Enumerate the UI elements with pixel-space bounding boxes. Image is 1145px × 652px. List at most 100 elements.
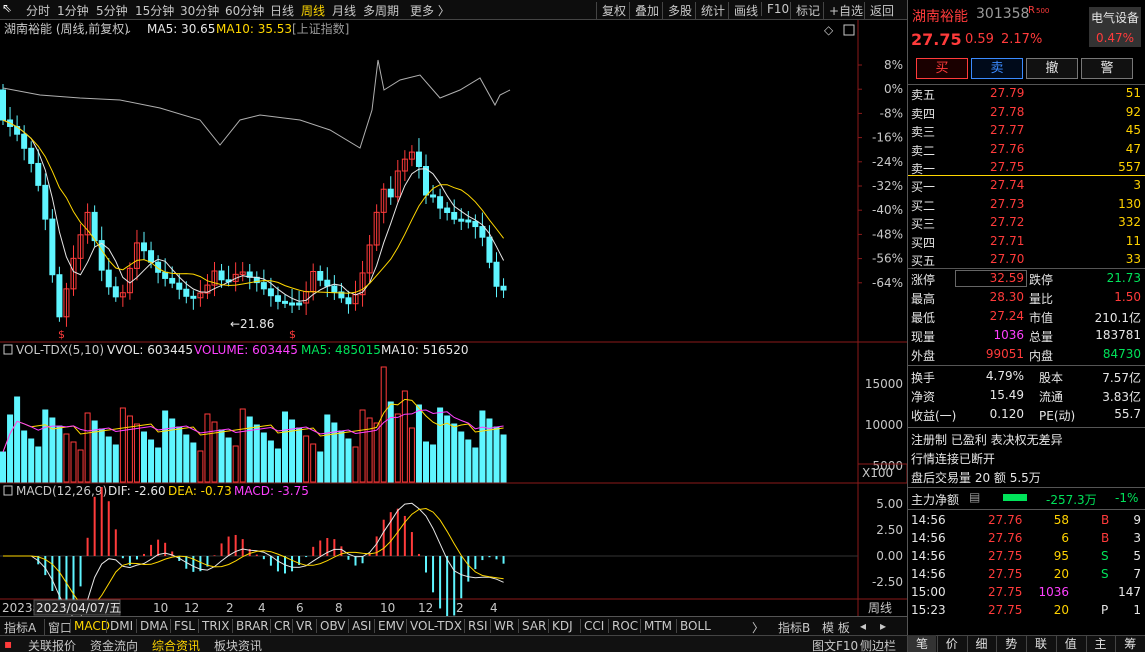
sidebar-toggle[interactable]: 侧边栏 [860,637,896,652]
price-axis-tick: -16% [872,131,903,145]
scroll-right-arrow[interactable]: ▸ [880,619,886,633]
indicator-tab-asi[interactable]: ASI [348,619,371,633]
indicator-tab-fsl[interactable]: FSL [170,619,195,633]
indicator-a-button[interactable]: 指标A [4,619,36,636]
indicator-b-button[interactable]: 指标B [778,619,810,636]
period-tab-8[interactable]: 月线 [332,2,356,19]
alert-button[interactable]: 警 [1081,58,1133,79]
status-link-3[interactable]: 板块资讯 [214,637,262,652]
status-link-2[interactable]: 综合资讯 [152,637,200,652]
volume-bar [162,410,169,483]
stat-value: 99051 [985,347,1024,361]
indicator-tab-cr[interactable]: CR [270,619,291,633]
kline-chart[interactable]: 湖南裕能 (周线,前复权)⌄ MA5: 30.65 MA10: 35.53 [上证指数… [0,20,907,616]
f10-button[interactable]: 图文F10 [812,637,858,652]
tool-button-3[interactable]: 统计 [695,2,725,19]
trade-count: 5 [1133,549,1141,563]
indicator-tab-mtm[interactable]: MTM [640,619,672,633]
indicator-tab-wr[interactable]: WR [490,619,514,633]
low-price-marker: ←21.86 [230,317,274,331]
scroll-left-arrow[interactable]: ◂ [860,619,866,633]
right-tab-1[interactable]: 价 [936,635,966,652]
right-tab-4[interactable]: 联 [1026,635,1055,652]
volume-bar [437,407,444,483]
right-tab-7[interactable]: 筹 [1115,635,1144,652]
volume-bar [338,430,345,483]
book-label: 卖二 [911,143,936,158]
macd-axis-tick: 5.00 [876,497,903,511]
candle-body [486,236,493,263]
indicator-tab-roc[interactable]: ROC [608,619,638,633]
indicator-tab-窗口[interactable]: 窗口 [44,619,72,636]
right-tab-5[interactable]: 值 [1055,635,1085,652]
right-tab-0[interactable]: 笔 [907,635,936,652]
status-link-0[interactable]: 关联报价 [28,637,76,652]
list-icon[interactable]: ▤ [969,490,980,504]
candle-body [500,285,507,291]
tool-button-5[interactable]: F10 [761,2,789,16]
candle-body [141,242,147,252]
indicator-tab-rsi[interactable]: RSI [464,619,488,633]
chart-menu-arrow[interactable]: ⌄ [124,25,132,36]
tool-button-7[interactable]: +自选 [823,2,863,19]
tool-button-0[interactable]: 复权 [596,2,626,19]
cursor-icon[interactable]: ⇖ [2,1,12,15]
indicator-tab-obv[interactable]: OBV [316,619,346,633]
indicator-tab-cci[interactable]: CCI [580,619,604,633]
indicator-tab-emv[interactable]: EMV [374,619,404,633]
status-link-1[interactable]: 资金流向 [90,637,138,652]
period-tab-6[interactable]: 日线 [270,2,294,19]
period-tab-3[interactable]: 15分钟 [135,2,174,19]
tool-button-1[interactable]: 叠加 [629,2,659,19]
indicator-tab-vol-tdx[interactable]: VOL-TDX [406,619,462,633]
diamond-icon[interactable]: ◇ [824,23,834,37]
indicator-tab-boll[interactable]: BOLL [676,619,711,633]
stat-label: 内盘 [1029,349,1054,363]
buy-button[interactable]: 买 [916,58,968,79]
template-button[interactable]: 模 板 [822,619,850,636]
period-tab-7[interactable]: 周线 [301,2,325,19]
period-tab-9[interactable]: 多周期 [363,2,399,19]
tool-button-8[interactable]: 返回 [864,2,894,19]
tool-button-4[interactable]: 画线 [728,2,758,19]
indicator-tab-sar[interactable]: SAR [518,619,546,633]
period-tab-2[interactable]: 5分钟 [96,2,128,19]
tool-button-6[interactable]: 标记 [790,2,820,19]
indicator-tab-dmi[interactable]: DMI [106,619,133,633]
stat-label: PE(动) [1039,409,1076,423]
more-indicators-arrow[interactable]: 〉 [752,619,764,636]
candle-body [162,271,169,279]
sector-box[interactable]: 电气设备 0.47% [1089,7,1141,47]
stock-code: 301358 [976,6,1030,22]
price-axis-tick: 0% [884,82,903,96]
indicator-tab-vr[interactable]: VR [292,619,313,633]
indicator-tab-macd[interactable]: MACD [70,619,110,633]
period-toolbar: ⇖ 分时 1分钟 5分钟 15分钟 30分钟 60分钟 日线 周线 月线 多周期 更多 〉 复权 叠加… [0,0,907,20]
cancel-button[interactable]: 撤 [1026,58,1078,79]
tool-button-2[interactable]: 多股 [662,2,692,19]
current-price: 27.75 [911,30,962,49]
dea-label: DEA: -0.73 [168,484,232,498]
indicator-tab-trix[interactable]: TRIX [198,619,229,633]
indicator-tab-brar[interactable]: BRAR [232,619,269,633]
right-tab-2[interactable]: 细 [966,635,996,652]
indicator-tab-kdj[interactable]: KDJ [548,619,573,633]
period-tab-5[interactable]: 60分钟 [225,2,264,19]
period-tab-0[interactable]: 分时 [26,2,50,19]
right-tab-3[interactable]: 势 [996,635,1025,652]
period-tab-4[interactable]: 30分钟 [180,2,219,19]
volume-label: VOLUME: 603445 [194,343,298,357]
indicator-tab-dma[interactable]: DMA [136,619,168,633]
book-price: 27.77 [990,123,1025,138]
period-tab-1[interactable]: 1分钟 [57,2,89,19]
trade-volume: 1036 [1038,585,1069,599]
right-tab-6[interactable]: 主 [1085,635,1115,652]
period-tab-10[interactable]: 更多 〉 [410,2,450,19]
r-badge-sub: 500 [1036,7,1050,15]
book-volume: 47 [1125,141,1141,156]
volume-bar [472,447,479,483]
volume-bar [7,414,14,483]
trade-price: 27.76 [988,513,1023,527]
sell-button[interactable]: 卖 [971,58,1023,79]
stat-value: 21.73 [1106,271,1141,285]
